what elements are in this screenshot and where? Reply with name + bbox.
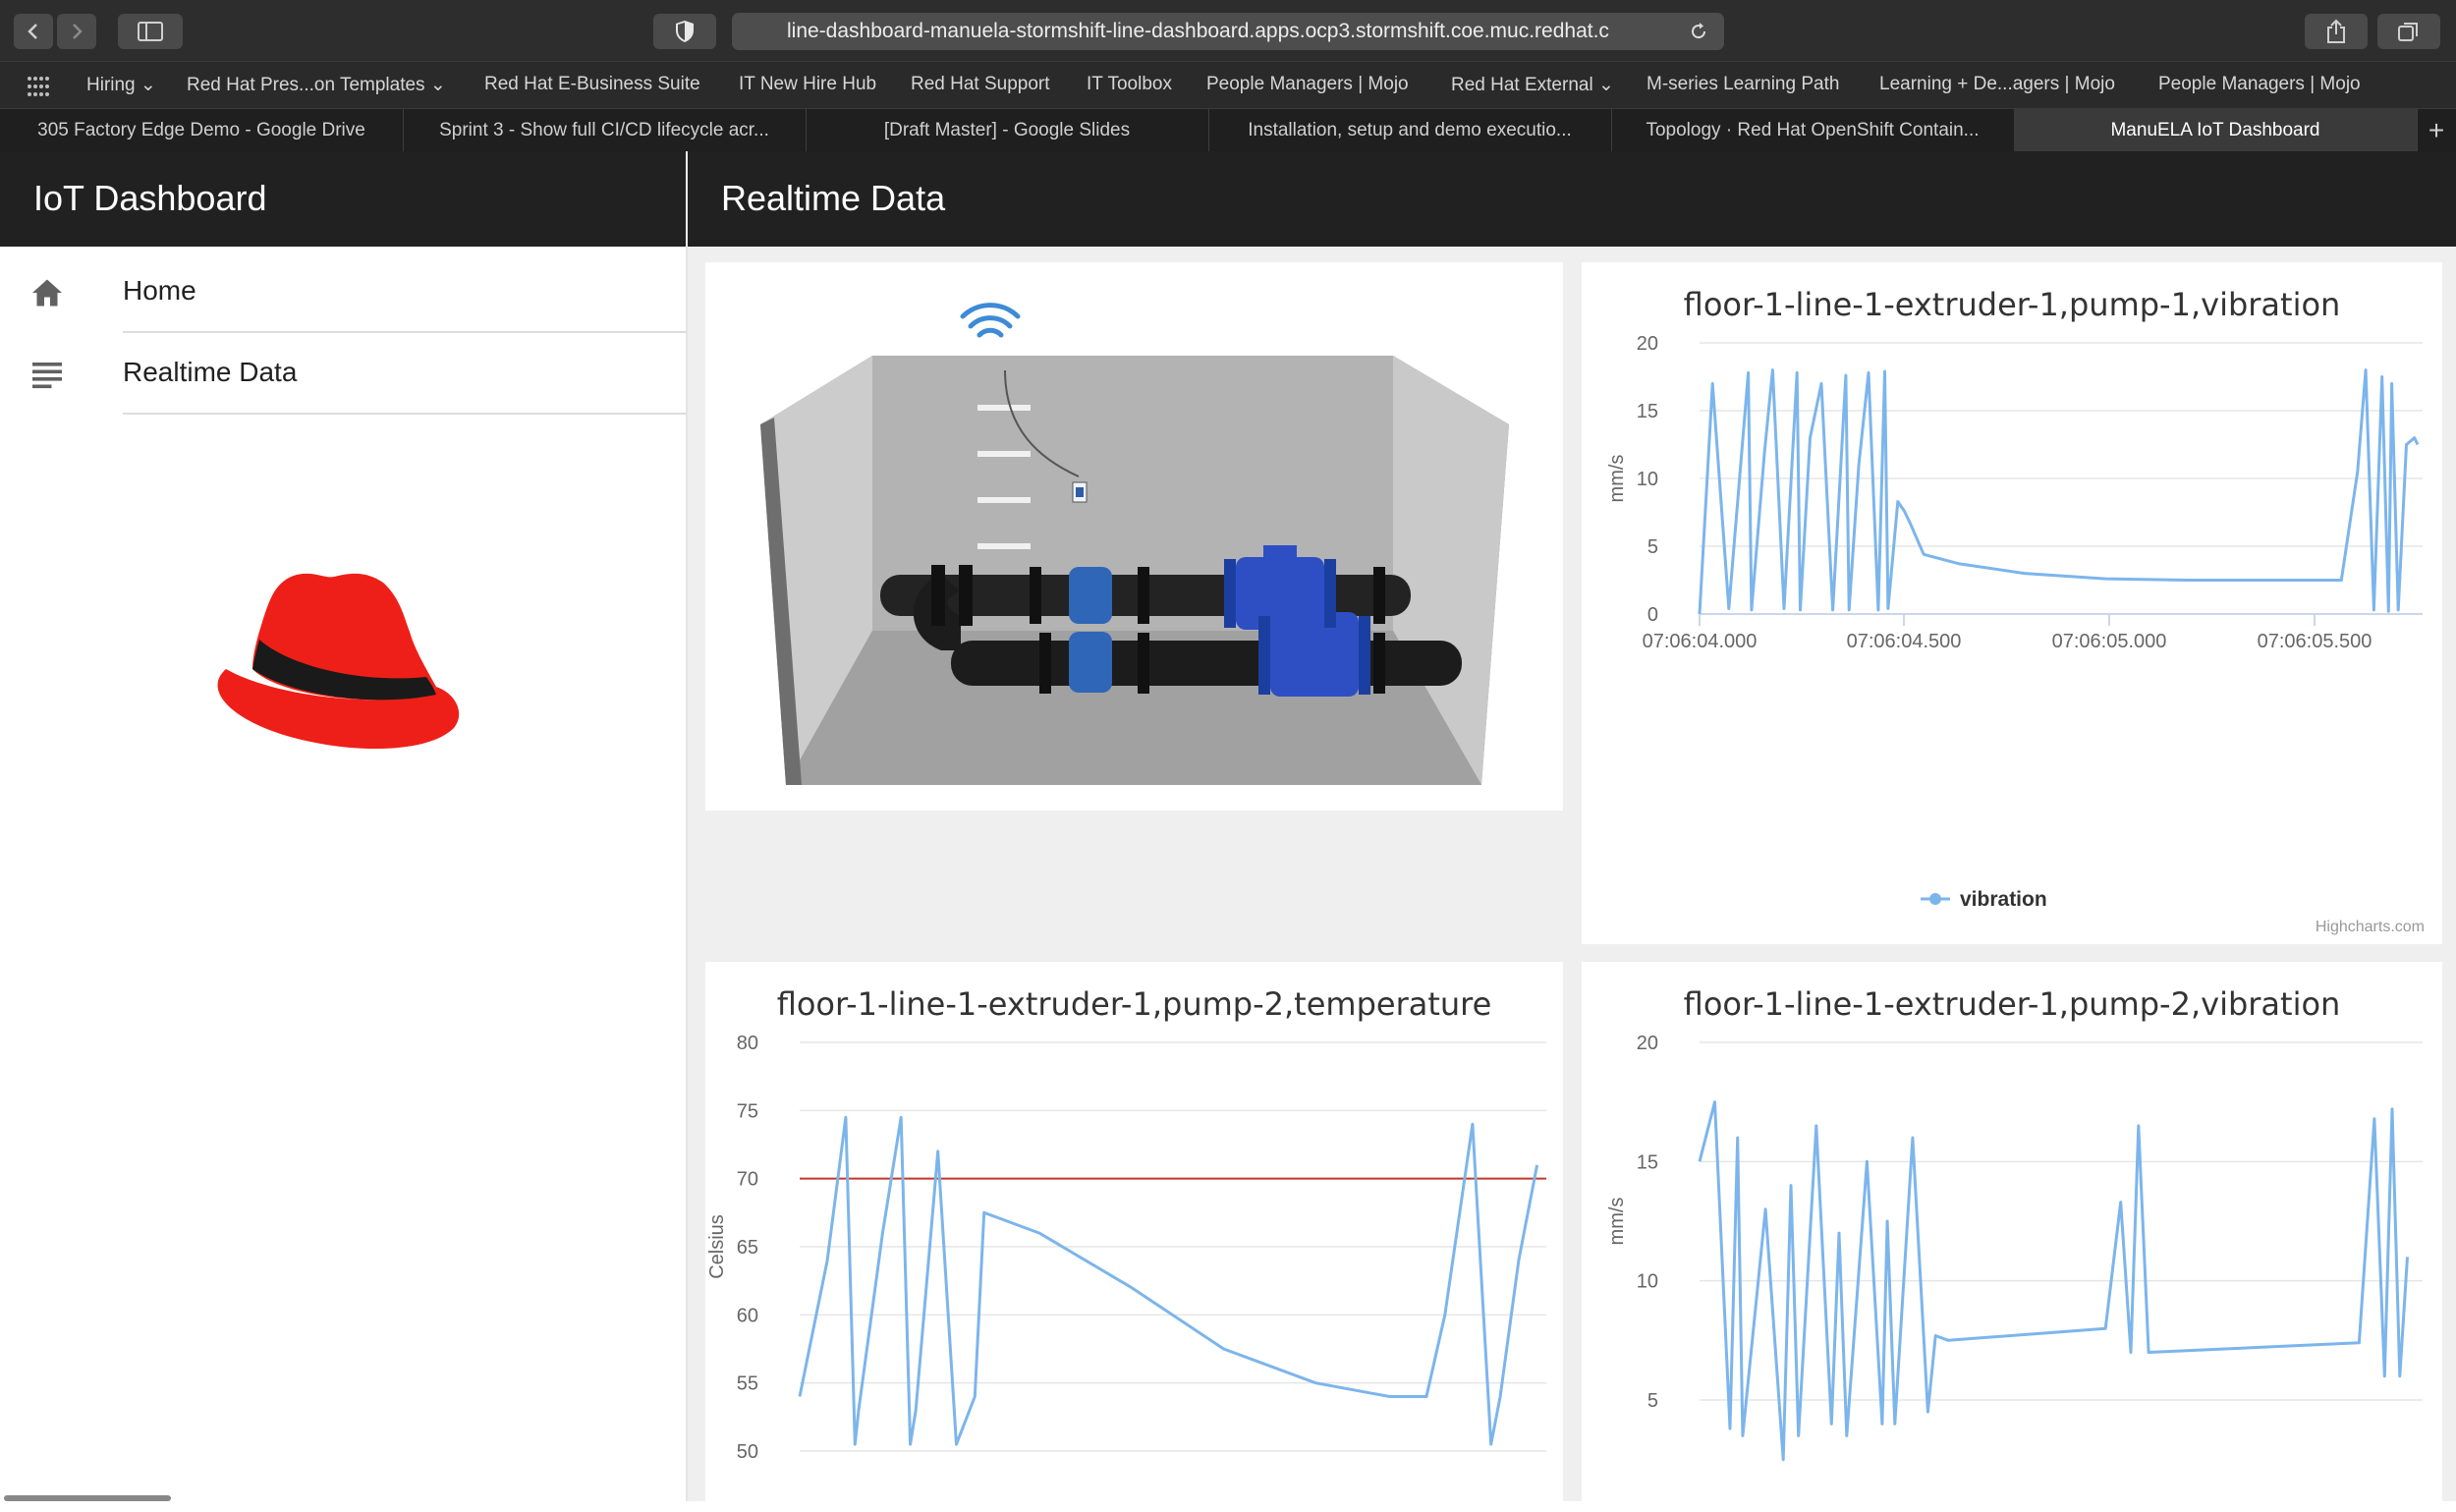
chart-plot: 5 10 15 20 mm/s <box>1606 1033 2423 1462</box>
y-axis-label: mm/s <box>1606 1198 1628 1246</box>
x-tick-label: 07:06:05.000 <box>2052 631 2167 652</box>
address-bar[interactable]: line-dashboard-manuela-stormshift-line-d… <box>732 13 1724 50</box>
pump-station-illustration <box>760 303 1509 785</box>
y-tick-label: 0 <box>1647 604 1658 626</box>
bookmark-it-toolbox[interactable]: IT Toolbox <box>1087 74 1172 95</box>
bookmark-red-hat-external[interactable]: Red Hat External ⌄ <box>1451 74 1614 96</box>
legend-marker <box>1929 893 1941 905</box>
pump-2-vibration-chart: floor-1-line-1-extruder-1,pump-2,vibrati… <box>1582 962 2442 1512</box>
tab-draft-master[interactable]: [Draft Master] - Google Slides <box>806 109 1209 152</box>
page-title: Realtime Data <box>721 178 946 218</box>
x-tick-label: 07:06:04.000 <box>1643 631 1758 652</box>
share-icon <box>2327 19 2345 43</box>
chart-plot: 0 5 10 15 20 mm/s 07:06:04.000 07:06:04.500 07:0… <box>1606 333 2423 911</box>
bookmark-ebusiness-suite[interactable]: Red Hat E-Business Suite <box>484 74 700 95</box>
y-tick-label: 75 <box>737 1100 758 1122</box>
bookmark-presentation-templates[interactable]: Red Hat Pres...on Templates ⌄ <box>187 74 446 96</box>
y-tick-label: 20 <box>1637 333 1658 355</box>
url-text: line-dashboard-manuela-stormshift-line-d… <box>787 20 1609 42</box>
tabs-icon <box>2398 23 2418 41</box>
y-tick-label: 10 <box>1637 1271 1658 1293</box>
bookmark-people-managers[interactable]: People Managers | Mojo <box>1206 74 1409 95</box>
browser-toolbar: line-dashboard-manuela-stormshift-line-d… <box>0 0 2456 61</box>
tab-factory-edge-demo[interactable]: 305 Factory Edge Demo - Google Drive <box>0 109 404 152</box>
y-tick-label: 5 <box>1647 536 1658 558</box>
bookmark-m-series-learning[interactable]: M-series Learning Path <box>1647 74 1839 95</box>
back-button[interactable] <box>14 14 53 49</box>
bookmark-people-managers-2[interactable]: People Managers | Mojo <box>2158 74 2361 95</box>
privacy-shield-button[interactable] <box>653 14 716 49</box>
new-tab-button[interactable]: + <box>2417 109 2456 152</box>
sidebar-icon <box>138 22 163 41</box>
red-hat-fedora-logo <box>217 573 460 750</box>
chevron-down-icon: ⌄ <box>140 75 156 95</box>
y-tick-label: 15 <box>1637 401 1658 422</box>
tab-strip: 305 Factory Edge Demo - Google Drive Spr… <box>0 108 2456 152</box>
realtime-data-content: floor-1-line-1-extruder-1,pump-1,vibrati… <box>688 247 2456 1512</box>
y-tick-label: 50 <box>737 1441 758 1463</box>
y-tick-label: 15 <box>1637 1151 1658 1173</box>
chevron-down-icon: ⌄ <box>429 75 446 95</box>
app-header: IoT Dashboard Realtime Data <box>0 151 2456 247</box>
tab-sprint-3[interactable]: Sprint 3 - Show full CI/CD lifecycle acr… <box>403 109 807 152</box>
sidebar-toggle-button[interactable] <box>118 14 183 49</box>
sidebar: Home Realtime Data <box>0 247 686 1501</box>
y-axis-label: mm/s <box>1606 455 1628 503</box>
x-tick-label: 07:06:04.500 <box>1847 631 1962 652</box>
reload-icon[interactable] <box>1689 22 1708 41</box>
apps-grid-icon[interactable] <box>27 76 50 97</box>
tab-manuela-iot-dashboard[interactable]: ManuELA IoT Dashboard <box>2014 109 2418 152</box>
pump-2-temperature-chart: floor-1-line-1-extruder-1,pump-2,tempera… <box>705 962 1563 1512</box>
pump-1-vibration-chart: floor-1-line-1-extruder-1,pump-1,vibrati… <box>1582 262 2442 944</box>
wifi-signal-icon <box>960 303 1021 338</box>
x-tick-label: 07:06:05.500 <box>2258 631 2372 652</box>
horizontal-scrollbar[interactable] <box>4 1495 171 1501</box>
sidebar-item-label: Realtime Data <box>123 357 298 387</box>
sidebar-item-label: Home <box>123 275 196 306</box>
y-tick-label: 55 <box>737 1373 758 1395</box>
sidebar-item-realtime-data[interactable]: Realtime Data <box>0 333 686 415</box>
chart-plot: 50 55 60 65 70 75 80 Celsius <box>706 1033 1546 1463</box>
home-icon <box>32 279 62 307</box>
tab-installation-setup[interactable]: Installation, setup and demo executio... <box>1208 109 1612 152</box>
chevron-down-icon: ⌄ <box>1597 75 1614 95</box>
shield-icon <box>676 21 694 42</box>
bookmark-learning-development[interactable]: Learning + De...agers | Mojo <box>1879 74 2115 95</box>
y-tick-label: 60 <box>737 1305 758 1326</box>
series-line <box>798 1115 1539 1446</box>
tab-overview-button[interactable] <box>2377 14 2440 49</box>
y-tick-label: 10 <box>1637 469 1658 490</box>
y-tick-label: 70 <box>737 1169 758 1191</box>
share-button[interactable] <box>2305 14 2368 49</box>
y-tick-label: 20 <box>1637 1033 1658 1054</box>
highcharts-credit[interactable]: Highcharts.com <box>2316 919 2425 936</box>
divider <box>123 413 686 415</box>
y-tick-label: 5 <box>1647 1390 1658 1412</box>
list-icon <box>32 363 62 389</box>
bookmark-it-new-hire-hub[interactable]: IT New Hire Hub <box>739 74 876 95</box>
y-tick-label: 80 <box>737 1033 758 1054</box>
bookmark-red-hat-support[interactable]: Red Hat Support <box>911 74 1050 95</box>
bookmarks-bar: Hiring ⌄ Red Hat Pres...on Templates ⌄ R… <box>0 61 2456 109</box>
sidebar-item-home[interactable]: Home <box>0 252 686 333</box>
tab-topology-openshift[interactable]: Topology · Red Hat OpenShift Contain... <box>1611 109 2015 152</box>
header-divider <box>686 151 688 247</box>
forward-button[interactable] <box>57 14 96 49</box>
bookmark-hiring[interactable]: Hiring ⌄ <box>86 74 156 96</box>
pump-station-card <box>705 262 1563 811</box>
chevron-right-icon <box>73 24 83 39</box>
chevron-left-icon <box>28 24 37 39</box>
y-tick-label: 65 <box>737 1237 758 1259</box>
series-line <box>1698 368 2420 615</box>
y-axis-label: Celsius <box>706 1214 728 1279</box>
legend-label: vibration <box>1960 888 2047 911</box>
app-brand: IoT Dashboard <box>33 178 267 218</box>
